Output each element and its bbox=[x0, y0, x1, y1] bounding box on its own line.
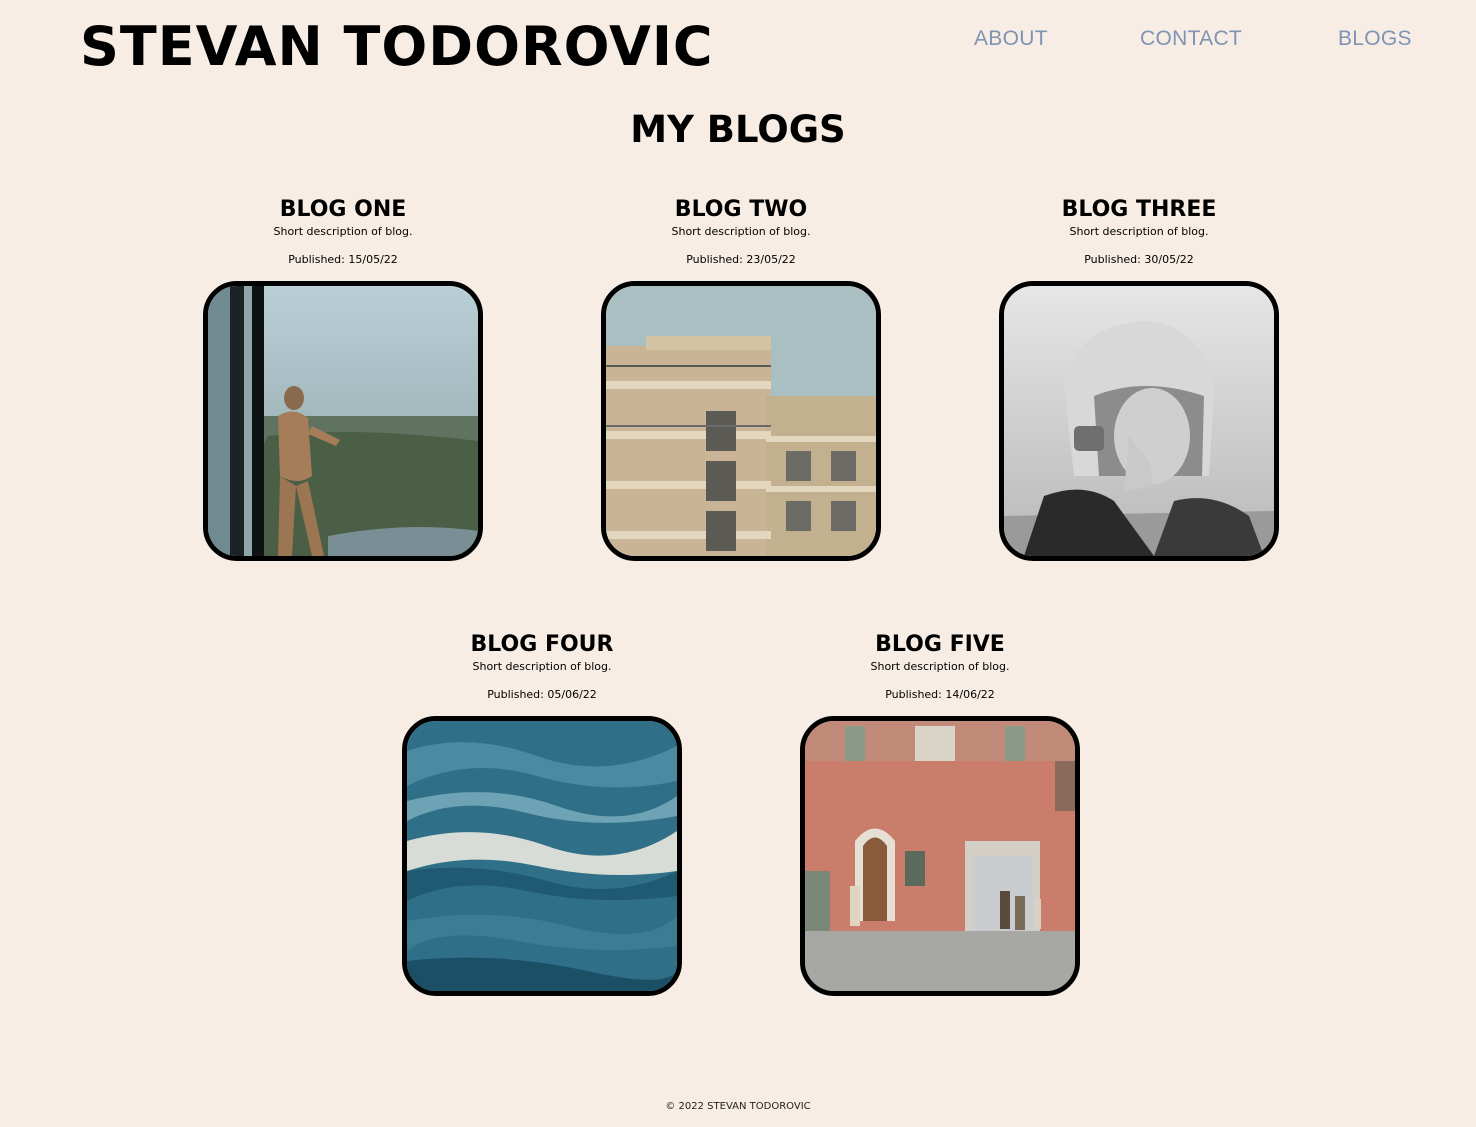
main-nav: ABOUT CONTACT BLOGS bbox=[0, 24, 1476, 54]
nav-link-about[interactable]: ABOUT bbox=[974, 24, 1048, 54]
nav-link-contact[interactable]: CONTACT bbox=[1140, 24, 1242, 54]
blog-description: Short description of blog. bbox=[1069, 225, 1209, 238]
blog-published-date: Published: 05/06/22 bbox=[487, 688, 597, 701]
section-title: MY BLOGS bbox=[630, 108, 846, 151]
page: STEVAN TODOROVIC ABOUT CONTACT BLOGS MY … bbox=[0, 0, 1476, 1127]
nav-link-blogs[interactable]: BLOGS bbox=[1338, 24, 1412, 54]
footer-copyright: © 2022 STEVAN TODOROVIC bbox=[665, 1101, 811, 1112]
blog-published-date: Published: 23/05/22 bbox=[686, 253, 796, 266]
blog-card-two[interactable]: BLOG TWO Short description of blog. Publ… bbox=[601, 195, 881, 561]
blog-title[interactable]: BLOG TWO bbox=[601, 195, 881, 225]
hotel-sole-street-photo[interactable] bbox=[800, 716, 1080, 996]
astronaut-helmet-photo[interactable] bbox=[999, 281, 1279, 561]
blog-title[interactable]: BLOG FIVE bbox=[800, 630, 1080, 660]
blog-card-four[interactable]: BLOG FOUR Short description of blog. Pub… bbox=[402, 630, 682, 996]
blog-title[interactable]: BLOG FOUR bbox=[402, 630, 682, 660]
blog-title[interactable]: BLOG THREE bbox=[999, 195, 1279, 225]
blog-description: Short description of blog. bbox=[870, 660, 1010, 673]
blog-card-five[interactable]: BLOG FIVE Short description of blog. Pub… bbox=[800, 630, 1080, 996]
apartment-building-photo[interactable] bbox=[601, 281, 881, 561]
blog-description: Short description of blog. bbox=[273, 225, 413, 238]
blog-card-one[interactable]: BLOG ONE Short description of blog. Publ… bbox=[203, 195, 483, 561]
blog-description: Short description of blog. bbox=[671, 225, 811, 238]
ocean-waves-photo[interactable] bbox=[402, 716, 682, 996]
woman-at-window-photo[interactable] bbox=[203, 281, 483, 561]
blog-published-date: Published: 14/06/22 bbox=[885, 688, 995, 701]
blog-description: Short description of blog. bbox=[472, 660, 612, 673]
blog-card-three[interactable]: BLOG THREE Short description of blog. Pu… bbox=[999, 195, 1279, 561]
blog-title[interactable]: BLOG ONE bbox=[203, 195, 483, 225]
blog-published-date: Published: 30/05/22 bbox=[1084, 253, 1194, 266]
blog-published-date: Published: 15/05/22 bbox=[288, 253, 398, 266]
